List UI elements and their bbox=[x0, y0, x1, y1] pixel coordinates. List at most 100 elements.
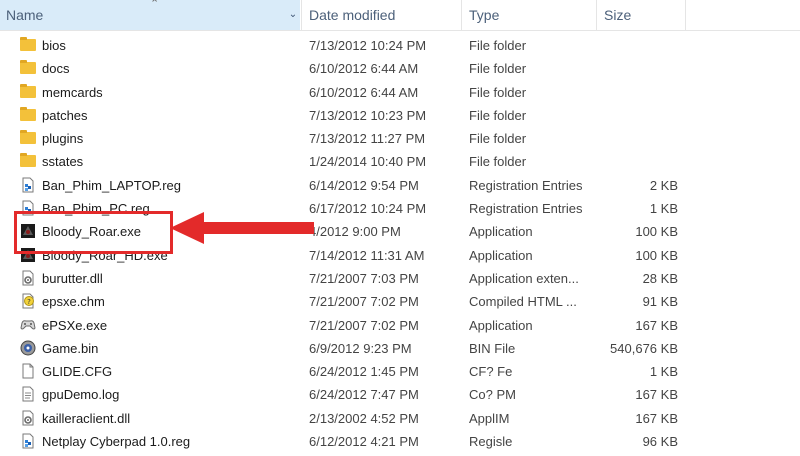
file-row[interactable]: Netplay Cyberpad 1.0.reg 6/12/2012 4:21 … bbox=[0, 430, 800, 453]
chevron-down-icon[interactable]: ⌄ bbox=[286, 0, 300, 30]
registry-file-icon bbox=[22, 433, 34, 449]
folder-icon bbox=[20, 83, 36, 98]
file-date: 7/21/2007 7:03 PM bbox=[309, 270, 419, 286]
file-size bbox=[596, 127, 678, 150]
file-size: 167 KB bbox=[635, 410, 678, 426]
file-size bbox=[596, 150, 678, 173]
file-date: 6/9/2012 9:23 PM bbox=[309, 340, 412, 356]
file-name: Netplay Cyberpad 1.0.reg bbox=[42, 434, 191, 450]
blank-file-icon bbox=[22, 363, 34, 379]
column-header-date-modified[interactable]: Date modified bbox=[303, 0, 460, 30]
folder-icon bbox=[20, 60, 36, 75]
file-date: 7/13/2012 11:27 PM bbox=[309, 131, 426, 147]
file-size: 167 KB bbox=[635, 387, 678, 403]
file-size: 91 KB bbox=[642, 294, 678, 310]
file-name: sstates bbox=[42, 154, 84, 170]
file-row[interactable]: burutter.dll 7/21/2007 7:03 PM Applicati… bbox=[0, 267, 800, 290]
file-type: CF? Fe bbox=[469, 364, 513, 380]
column-header-date-label: Date modified bbox=[309, 7, 396, 23]
disc-file-icon bbox=[20, 340, 36, 356]
column-separator[interactable] bbox=[461, 0, 462, 30]
file-date: 6/10/2012 6:44 AM bbox=[309, 84, 419, 100]
file-date: 7/14/2012 11:31 AM bbox=[309, 247, 425, 263]
file-date: 1/24/2014 10:40 PM bbox=[309, 154, 427, 170]
file-size: 100 KB bbox=[635, 247, 678, 263]
file-row[interactable]: Game.bin 6/9/2012 9:23 PM BIN File 540,6… bbox=[0, 337, 800, 360]
file-type: File folder bbox=[469, 131, 527, 147]
file-row[interactable]: bios 7/13/2012 10:24 PM File folder bbox=[0, 34, 800, 57]
file-name: plugins bbox=[42, 131, 84, 147]
file-name: kailleraclient.dll bbox=[42, 410, 131, 426]
file-size: 96 KB bbox=[642, 434, 678, 450]
file-size: 540,676 KB bbox=[610, 340, 678, 356]
file-date: 4/2012 9:00 PM bbox=[309, 224, 401, 240]
file-date: 6/17/2012 10:24 PM bbox=[309, 201, 427, 217]
column-header-name-label: Name bbox=[6, 7, 44, 23]
file-name: docs bbox=[42, 61, 70, 77]
file-row[interactable]: GLIDE.CFG 6/24/2012 1:45 PM CF? Fe 1 KB bbox=[0, 360, 800, 383]
file-name: memcards bbox=[42, 84, 103, 100]
file-row[interactable]: patches 7/13/2012 10:23 PM File folder bbox=[0, 104, 800, 127]
file-size: 100 KB bbox=[635, 224, 678, 240]
file-row[interactable]: kailleraclient.dll 2/13/2002 4:52 PM App… bbox=[0, 407, 800, 430]
file-name: ePSXe.exe bbox=[42, 317, 108, 333]
file-type: Application bbox=[469, 224, 533, 240]
dll-gear-icon bbox=[22, 410, 34, 426]
file-type: Registration Entries bbox=[469, 177, 583, 193]
file-date: 6/24/2012 1:45 PM bbox=[309, 364, 419, 380]
file-row[interactable]: docs 6/10/2012 6:44 AM File folder bbox=[0, 57, 800, 80]
file-date: 6/14/2012 9:54 PM bbox=[309, 177, 419, 193]
file-size: 1 KB bbox=[649, 201, 678, 217]
file-type: BIN File bbox=[469, 340, 516, 356]
file-row[interactable]: memcards 6/10/2012 6:44 AM File folder bbox=[0, 81, 800, 104]
file-row[interactable]: plugins 7/13/2012 11:27 PM File folder bbox=[0, 127, 800, 150]
file-date: 7/13/2012 10:24 PM bbox=[309, 38, 427, 53]
file-type: ApplIM bbox=[469, 410, 510, 426]
file-type: Regisle bbox=[469, 434, 513, 450]
file-size bbox=[596, 81, 678, 104]
file-size: 1 KB bbox=[649, 364, 678, 380]
svg-text:?: ? bbox=[27, 298, 31, 306]
file-size bbox=[596, 34, 678, 57]
help-file-icon: ? bbox=[22, 293, 34, 309]
column-header-type[interactable]: Type bbox=[463, 0, 595, 30]
file-name: burutter.dll bbox=[42, 270, 103, 286]
file-date: 7/21/2007 7:02 PM bbox=[309, 317, 419, 333]
file-name: gpuDemo.log bbox=[42, 387, 120, 403]
file-type: File folder bbox=[469, 38, 527, 53]
file-date: 2/13/2002 4:52 PM bbox=[309, 410, 419, 426]
file-size: 28 KB bbox=[642, 270, 678, 286]
file-type: File folder bbox=[469, 61, 527, 77]
gamepad-exe-icon bbox=[20, 319, 36, 330]
file-row[interactable]: gpuDemo.log 6/24/2012 7:47 PM Co? PM 167… bbox=[0, 383, 800, 406]
column-separator[interactable] bbox=[301, 0, 302, 30]
folder-icon bbox=[20, 130, 36, 145]
file-row[interactable]: sstates 1/24/2014 10:40 PM File folder bbox=[0, 150, 800, 173]
folder-icon bbox=[20, 106, 36, 121]
dll-gear-icon bbox=[22, 270, 34, 286]
file-type: Compiled HTML ... bbox=[469, 294, 577, 310]
file-type: File folder bbox=[469, 84, 527, 100]
file-size bbox=[596, 57, 678, 80]
column-header-type-label: Type bbox=[469, 7, 500, 23]
column-separator[interactable] bbox=[685, 0, 686, 30]
file-type: Co? PM bbox=[469, 387, 516, 403]
column-header-bar: Name ⌃ ⌄ Date modified Type Size bbox=[0, 0, 800, 31]
file-type: Application bbox=[469, 317, 533, 333]
column-header-size[interactable]: Size bbox=[598, 0, 684, 30]
file-date: 7/13/2012 10:23 PM bbox=[309, 107, 427, 123]
file-type: File folder bbox=[469, 107, 527, 123]
column-separator[interactable] bbox=[596, 0, 597, 30]
file-type: File folder bbox=[469, 154, 527, 170]
file-row[interactable]: ? epsxe.chm 7/21/2007 7:02 PM Compiled H… bbox=[0, 290, 800, 313]
file-name: epsxe.chm bbox=[42, 294, 105, 310]
text-file-icon bbox=[22, 386, 34, 402]
folder-icon bbox=[20, 37, 36, 51]
file-size: 2 KB bbox=[649, 177, 678, 193]
file-row[interactable]: Ban_Phim_LAPTOP.reg 6/14/2012 9:54 PM Re… bbox=[0, 174, 800, 197]
file-row[interactable]: ePSXe.exe 7/21/2007 7:02 PM Application … bbox=[0, 314, 800, 337]
file-date: 7/21/2007 7:02 PM bbox=[309, 294, 419, 310]
red-arrow-icon bbox=[170, 212, 314, 244]
registry-file-icon bbox=[22, 177, 34, 193]
file-name: Game.bin bbox=[42, 340, 99, 356]
